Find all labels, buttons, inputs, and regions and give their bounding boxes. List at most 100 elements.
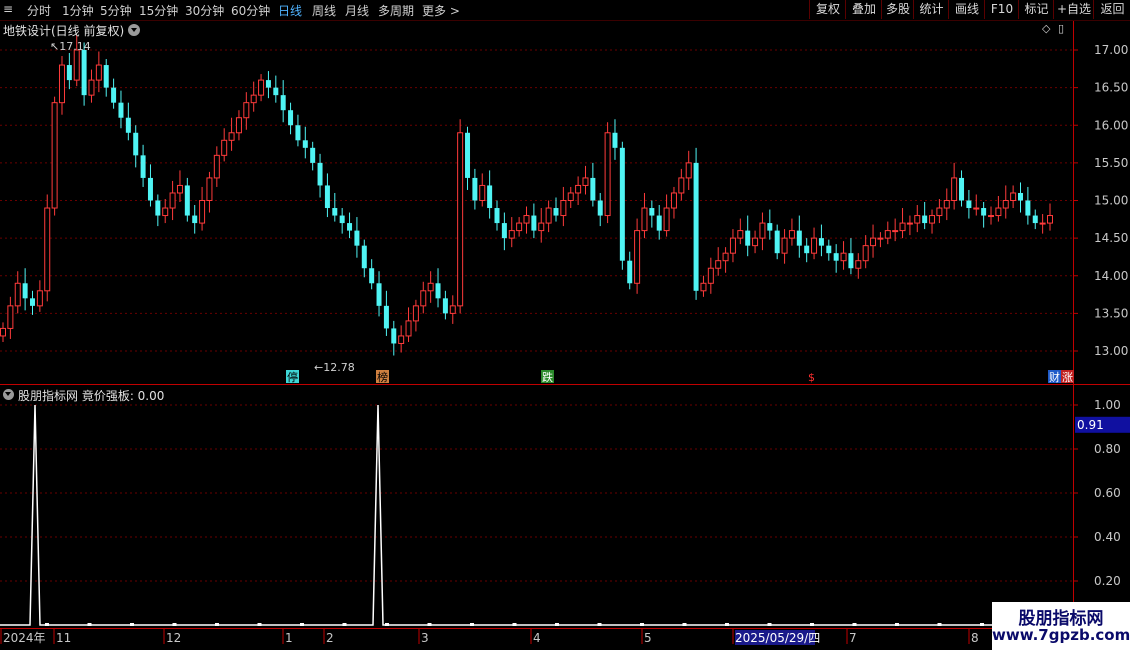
tab-5min[interactable]: 5分钟 [100,2,132,19]
indicator-zero-dot [300,623,304,626]
event-marker: $ [808,371,815,384]
back-button[interactable]: 返回 [1093,0,1130,19]
chart-canvas[interactable]: ↖17.14←12.78停榜跌 $ 财涨 17.0016.5016.0015.501… [0,0,1130,650]
candle-body-down [435,283,441,299]
candle-body-down [295,125,301,141]
price-tick-label: 15.00 [1094,194,1128,208]
candle-body-up [58,64,65,104]
candle-body-up [228,132,235,141]
indicator-zero-dot [980,623,984,626]
candle-body-up [685,162,692,179]
settings-icon[interactable]: ▯ [1058,22,1064,35]
price-tick-label: 14.00 [1094,269,1128,283]
candle-body-up [707,267,714,284]
candle-body-down [155,200,161,216]
tab-daily[interactable]: 日线 [278,2,302,19]
candle-body-up [759,222,766,239]
date-tick-label: 2025/05/29/四 [735,631,820,645]
candle-body-down [192,215,198,224]
price-axis: 17.00 16.50 16.00 15.50 15.00 14.50 14.00 13.50… [1073,43,1128,358]
tab-fenshi[interactable]: 分时 [27,2,51,19]
candle-body-down [339,215,345,224]
candle-body-down [465,132,471,178]
candle-body-up [36,290,43,307]
candle-body-down [332,208,338,216]
candle-body-up [634,230,641,284]
candle-body-down [22,283,28,299]
indicator-zero-dot [682,623,687,626]
candle-body-up [7,305,14,329]
tab-60min[interactable]: 60分钟 [231,2,270,19]
candle-body-up [199,200,206,224]
candle-body-up [855,260,862,269]
tab-15min[interactable]: 15分钟 [139,2,178,19]
candle-body-down [612,132,618,148]
tab-1min[interactable]: 1分钟 [62,2,94,19]
tab-multi-period[interactable]: 多周期 [378,2,414,19]
price-tick-label: 14.50 [1094,231,1128,245]
candle-body-down [494,208,500,224]
mark-button[interactable]: 标记 [1018,0,1054,19]
candle-body-down [81,50,87,96]
candle-body-up [162,207,169,217]
overlay-button[interactable]: 叠加 [845,0,882,19]
tab-monthly[interactable]: 月线 [345,2,369,19]
candle-body-down [280,95,286,111]
candle-body-up [862,245,869,262]
draw-line-button[interactable]: 画线 [948,0,985,19]
candle-body-up [538,222,545,232]
candle-body-down [103,65,109,88]
indicator-options-chevron-icon[interactable] [3,389,14,400]
candle-body-down [774,230,780,254]
indicator-title: 股朋指标网 竟价强板: 0.00 [18,389,165,403]
candle-body-up [892,230,899,233]
multi-stock-button[interactable]: 多股 [881,0,914,19]
date-tick-label: 2024年 [3,631,46,645]
menu-icon[interactable]: ≡ [3,2,13,16]
candle-body-up [44,207,51,292]
date-tick-label: 7 [849,631,857,645]
date-tick-label: 4 [533,631,541,645]
event-marker: 财 [1049,370,1060,384]
candle-body-down [354,230,360,246]
candle-body-up [523,215,530,224]
candle-body-down [347,223,353,231]
add-watchlist-button[interactable]: +自选 [1053,0,1094,19]
candle-body-up [943,200,950,209]
indicator-zero-dot [257,623,262,626]
candle-body-up [988,215,995,218]
candle-body-down [848,253,854,269]
chart-options-chevron-icon[interactable] [128,24,140,36]
candle-body-up [398,335,405,344]
tab-weekly[interactable]: 周线 [312,2,336,19]
candle-body-down [310,147,316,163]
candle-body-up [169,192,176,209]
candle-body-down [133,132,139,156]
candle-body-up [95,64,102,81]
price-tick-label: 13.50 [1094,306,1128,320]
tab-30min[interactable]: 30分钟 [185,2,224,19]
tab-more[interactable]: 更多 > [422,2,460,19]
candle-body-up [258,79,265,96]
candle-body-down [966,200,972,209]
candle-body-down [361,245,367,269]
date-tick-label: 11 [56,631,71,645]
candle-body-down [369,268,375,284]
price-tick-label: 16.50 [1094,81,1128,95]
candle-body-down [597,200,603,216]
candle-body-down [184,185,190,216]
candle-body-down [140,155,146,178]
candle-body-up [1010,192,1017,202]
statistics-button[interactable]: 统计 [913,0,949,19]
adjust-button[interactable]: 复权 [809,0,846,19]
indicator-zero-dot [427,623,432,626]
event-marker: 榜 [377,370,388,384]
candle-body-down [745,230,751,246]
candle-body-up [449,305,456,314]
f10-button[interactable]: F10 [984,0,1019,19]
candle-body-down [147,177,153,201]
candle-body-up [73,49,80,81]
diamond-icon[interactable]: ◇ [1042,22,1050,35]
low-price-label: ←12.78 [314,361,355,374]
indicator-zero-dot [87,623,92,626]
